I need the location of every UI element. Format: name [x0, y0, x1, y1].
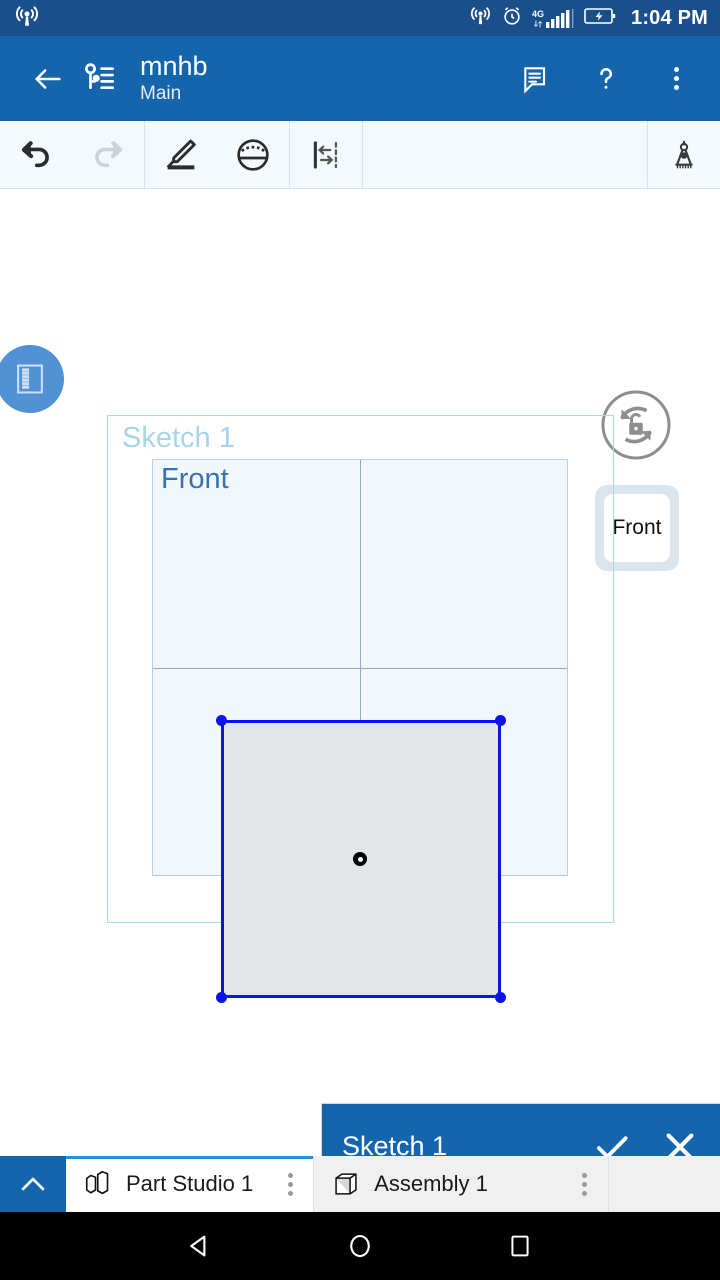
android-recents-icon: [511, 1235, 529, 1257]
feature-list-button[interactable]: [0, 345, 64, 413]
signal-bars-icon: [546, 9, 574, 28]
document-name: mnhb: [140, 51, 208, 81]
graphics-canvas[interactable]: Front Sketch 1 Front Sketch 1: [0, 189, 720, 1156]
comments-button[interactable]: [510, 53, 562, 105]
part-studio-icon: [80, 1169, 116, 1199]
branch-icon: [85, 62, 115, 89]
sketch-dialog-header: Sketch 1: [322, 1104, 720, 1156]
android-status-bar: 4G 1:04 PM: [0, 0, 720, 36]
android-nav-bar: [0, 1212, 720, 1280]
horizontal-axis: [153, 667, 567, 669]
toolbar-spacer: [363, 121, 648, 188]
tab-overflow-button[interactable]: [574, 1172, 596, 1196]
history-tool-group: [0, 121, 145, 188]
android-home-button[interactable]: [330, 1216, 390, 1276]
hotspot-icon: [14, 3, 40, 34]
sketch-dialog: Sketch 1 Sketch plane: [322, 1104, 720, 1156]
undo-icon: [21, 140, 49, 167]
hotspot-icon: [469, 4, 492, 32]
sketch-dialog-actions: [588, 1123, 704, 1156]
redo-button[interactable]: [72, 121, 144, 188]
onshape-mobile-screen: 4G 1:04 PM mnhb Main Front Sketch 1 Fron…: [0, 0, 720, 1280]
document-titles[interactable]: mnhb Main: [140, 51, 208, 106]
revolve-icon: [237, 138, 269, 171]
comment-icon: [524, 66, 546, 94]
help-button[interactable]: [580, 53, 632, 105]
back-arrow-icon: [35, 68, 61, 89]
origin-point[interactable]: [353, 852, 367, 866]
tab-label: Assembly 1: [374, 1171, 488, 1196]
vertex-bottom-right[interactable]: [495, 992, 506, 1003]
status-clock: 1:04 PM: [631, 6, 708, 29]
accept-button[interactable]: [588, 1123, 636, 1156]
revolve-button[interactable]: [217, 121, 289, 188]
checkmark-icon: [596, 1135, 628, 1156]
overflow-menu-icon: [673, 67, 679, 90]
android-back-button[interactable]: [170, 1216, 230, 1276]
android-recents-button[interactable]: [490, 1216, 550, 1276]
tab-label: Part Studio 1: [126, 1171, 254, 1196]
app-header: mnhb Main: [0, 36, 720, 121]
constraint-tool-group: [648, 121, 720, 188]
feature-toolbar: [0, 121, 720, 189]
dimension-icon: [313, 140, 338, 169]
undo-button[interactable]: [0, 121, 72, 188]
chevron-up-icon: [21, 1177, 45, 1191]
help-icon: [600, 67, 613, 89]
workspace-name: Main: [140, 83, 182, 104]
alarm-icon: [501, 5, 523, 32]
element-tab-bar: Part Studio 1 Assembly 1: [0, 1156, 720, 1212]
sketch-button[interactable]: [145, 121, 217, 188]
modify-tool-group: [290, 121, 363, 188]
branch-button[interactable]: [74, 53, 126, 105]
vertex-top-right[interactable]: [495, 715, 506, 726]
tab-part-studio-1[interactable]: Part Studio 1: [66, 1156, 315, 1212]
vertex-top-left[interactable]: [216, 715, 227, 726]
cancel-button[interactable]: [656, 1123, 704, 1156]
dimension-button[interactable]: [290, 121, 362, 188]
create-tool-group: [145, 121, 290, 188]
status-left-icons: [14, 3, 40, 34]
back-button[interactable]: [22, 53, 74, 105]
app-header-actions: [510, 53, 702, 105]
compass-icon: [675, 140, 693, 168]
plane-label: Front: [161, 463, 229, 495]
overflow-menu-button[interactable]: [650, 53, 702, 105]
sketch-dialog-title: Sketch 1: [342, 1131, 448, 1156]
feature-list-icon: [17, 364, 43, 394]
close-icon: [666, 1133, 694, 1156]
signal-4g-icon: 4G: [532, 7, 575, 29]
vertex-bottom-left[interactable]: [216, 992, 227, 1003]
sketch-name-label: Sketch 1: [122, 422, 235, 454]
assembly-icon: [328, 1170, 364, 1198]
status-right-icons: 4G 1:04 PM: [469, 4, 708, 32]
tab-overflow-button[interactable]: [279, 1172, 301, 1196]
expand-tabs-button[interactable]: [0, 1156, 66, 1212]
battery-charging-icon: [584, 6, 618, 31]
android-home-icon: [350, 1234, 370, 1258]
network-label-1: 4G: [531, 9, 544, 19]
android-back-icon: [190, 1235, 206, 1257]
sketch-icon: [166, 139, 196, 169]
redo-icon: [95, 140, 123, 167]
constraint-button[interactable]: [648, 121, 720, 188]
tab-assembly-1[interactable]: Assembly 1: [314, 1156, 609, 1212]
